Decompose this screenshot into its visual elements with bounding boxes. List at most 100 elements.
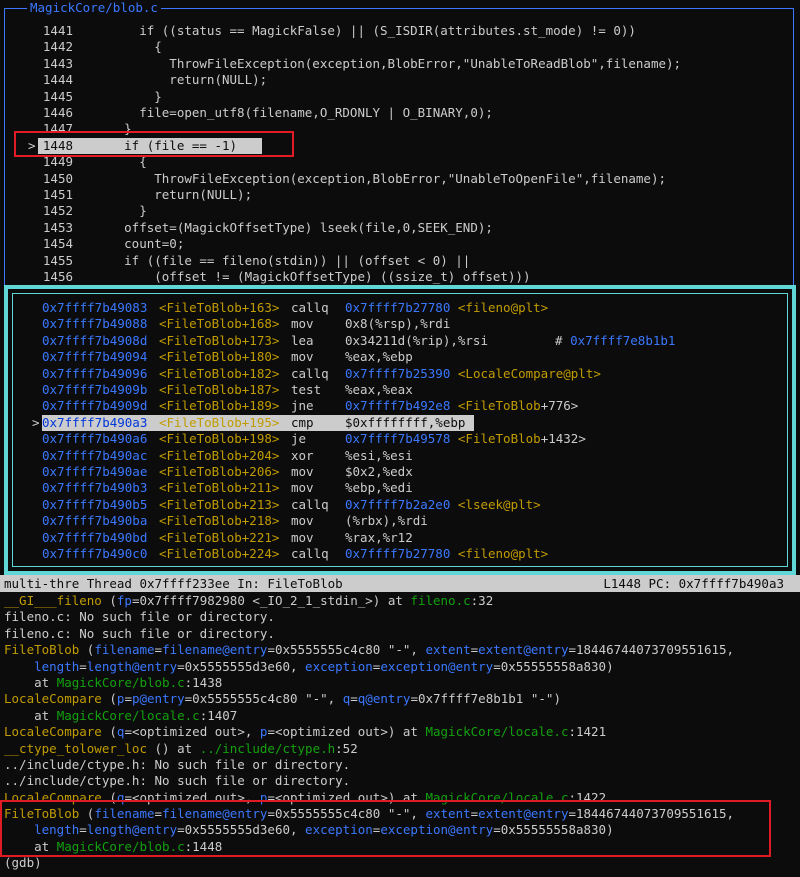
instruction-address: 0x7ffff7b49096 [42,365,148,381]
comment-address: 0x7ffff7e8b1b1 [570,332,676,348]
instruction-address: 0x7ffff7b4909b [42,382,148,397]
asm-line[interactable]: 0x7ffff7b4908d <FileToBlob+173> lea 0x34211… [13,333,789,349]
opcode: lea [291,332,314,348]
function-offset: <FileToBlob+221> [159,529,280,545]
comment-prefix: # [555,332,571,348]
asm-line[interactable]: 0x7ffff7b49088 <FileToBlob+168> mov 0x8(%rs… [13,316,789,332]
instruction-address: 0x7ffff7b4908d [42,332,148,348]
console-line: LocaleCompare (p=p@entry=0x5555555c4c80 … [4,691,800,707]
console-text: ../include/ctype.h: No such file or dire… [4,756,351,772]
line-code: if ((status == MagickFalse) || (S_ISDIR(… [79,23,636,38]
console-text: ( [79,642,95,658]
asm-line[interactable]: 0x7ffff7b490bd <FileToBlob+221> mov %rax,%r… [13,530,789,546]
annotation-box-backtrace [0,800,771,857]
source-line[interactable]: 1450 ThrowFileException(exception,BlobEr… [5,171,791,187]
opcode: callq [291,546,329,561]
operand: 0x7ffff7b49578 <FileToBlob+1432> [345,431,586,447]
frame-function: LocaleCompare [4,691,102,707]
opcode: jne [291,398,314,414]
instruction-address: 0x7ffff7b49094 [42,349,148,365]
opcode: callq [291,496,329,512]
asm-line[interactable]: 0x7ffff7b490ac <FileToBlob+204> xor %esi,%e… [13,448,789,464]
source-line[interactable]: 1453 offset=(MagickOffsetType) lseek(fil… [5,220,791,236]
asm-line[interactable]: 0x7ffff7b490b3 <FileToBlob+211> mov %ebp,%e… [13,480,789,496]
line-code: file=open_utf8(filename,O_RDONLY | O_BIN… [79,105,493,120]
console-text: =0x7ffff7e8b1b1 "-") [410,691,561,707]
opcode: mov [291,529,314,545]
source-line[interactable]: 1441 if ((status == MagickFalse) || (S_I… [5,23,791,39]
source-line[interactable]: 1443 ThrowFileException(exception,BlobEr… [5,56,791,72]
opcode: callq [291,365,329,381]
line-code: { [79,39,162,55]
jump-target: 0x7ffff7b492e8 [345,398,451,414]
operand: $0xffffffff,%ebp [345,414,466,430]
asm-line[interactable]: 0x7ffff7b4909b <FileToBlob+187> test %eax,%… [13,382,789,398]
asm-line[interactable]: 0x7ffff7b490c0 <FileToBlob+224> callq 0x7ff… [13,546,789,562]
assembly-pane[interactable]: 0x7ffff7b49083 <FileToBlob+163> callq 0x7ff… [4,285,796,575]
console-text: fileno.c: No such file or directory. [4,609,275,625]
console-line: at MagickCore/locale.c:1407 [4,708,800,724]
asm-line[interactable]: 0x7ffff7b49096 <FileToBlob+182> callq 0x7ff… [13,366,789,382]
line-code: count=0; [79,236,185,252]
frame-file: MagickCore/locale.c [425,724,569,740]
function-offset: <FileToBlob+189> [159,398,280,414]
line-number: 1441 [42,23,73,38]
line-code: offset=(MagickOffsetType) lseek(file,0,S… [79,219,493,235]
source-line[interactable]: 1444 return(NULL); [5,72,791,88]
asm-line[interactable]: 0x7ffff7b49094 <FileToBlob+180> mov %eax,%e… [13,349,789,365]
frame-param: length@entry [86,658,178,674]
source-line[interactable]: 1442 { [5,39,791,55]
asm-line[interactable]: 0x7ffff7b490ba <FileToBlob+218> mov (%rbx),… [13,513,789,529]
target-symbol: <lseek@plt> [457,496,541,512]
frame-param: extent@entry [478,642,569,658]
operand: %ebp,%edi [345,480,413,496]
source-line[interactable]: 1454 count=0; [5,236,791,252]
asm-line[interactable]: 0x7ffff7b490a6 <FileToBlob+198> je 0x7ffff7… [13,431,789,447]
opcode: callq [291,300,329,315]
console-line: LocaleCompare (q=<optimized out>, p=<opt… [4,724,800,740]
operand: %rax,%r12 [345,529,413,545]
line-code: return(NULL); [79,187,253,202]
asm-line[interactable]: 0x7ffff7b49083 <FileToBlob+163> callq 0x7ff… [13,300,789,316]
frame-param: p@entry [131,691,185,707]
asm-line[interactable]: 0x7ffff7b490ae <FileToBlob+206> mov $0x2,%e… [13,464,789,480]
source-line[interactable]: 1456 (offset != (MagickOffsetType) ((ssi… [5,269,791,285]
console-line: FileToBlob (filename=filename@entry=0x55… [4,642,800,658]
opcode: je [291,431,307,447]
console-text: ( [101,691,117,707]
function-offset: <FileToBlob+182> [159,365,280,381]
gdb-prompt[interactable]: (gdb) [4,855,800,871]
line-code: } [79,88,162,104]
instruction-address: 0x7ffff7b490b5 [42,496,148,512]
function-offset: <FileToBlob+198> [159,431,280,447]
asm-line-current[interactable]: >0x7ffff7b490a3 <FileToBlob+195> cmp $0xfff… [13,414,789,431]
opcode: mov [291,316,314,332]
console-text: :52 [335,740,358,756]
asm-line[interactable]: 0x7ffff7b4909d <FileToBlob+189> jne 0x7ffff… [13,398,789,414]
frame-param: exception [305,658,373,674]
console-text: =0x5555555d3e60, [177,658,306,674]
target-offset: +776> [540,398,579,414]
console-text: =18446744073709551615, [568,642,735,658]
line-code: return(NULL); [79,72,268,88]
operand: $0x2,%edx [345,464,413,479]
instruction-address: 0x7ffff7b490bd [42,529,148,545]
source-line[interactable]: 1445 } [5,89,791,105]
function-offset: <FileToBlob+173> [159,332,280,348]
source-line[interactable]: 1452 } [5,203,791,219]
console-text: =0x5555555c4c80 "-", [184,691,343,707]
source-line[interactable]: 1446 file=open_utf8(filename,O_RDONLY | … [5,105,791,121]
jump-target: 0x7ffff7b49578 [345,431,451,447]
source-line[interactable]: 1455 if ((file == fileno(stdin)) || (off… [5,253,791,269]
asm-line[interactable]: 0x7ffff7b490b5 <FileToBlob+213> callq 0x7ff… [13,497,789,513]
opcode: mov [291,513,314,529]
annotation-box-source-line [14,131,294,157]
assembly-lines: 0x7ffff7b49083 <FileToBlob+163> callq 0x7ff… [12,293,788,567]
jump-target: 0x7ffff7b27780 [345,546,451,561]
target-symbol: <FileToBlob [457,398,541,414]
line-number: 1455 [42,252,73,268]
console-text: = [79,658,87,674]
source-line[interactable]: 1451 return(NULL); [5,187,791,203]
frame-param: q@entry [357,691,411,707]
instruction-address: 0x7ffff7b490ac [42,447,148,463]
